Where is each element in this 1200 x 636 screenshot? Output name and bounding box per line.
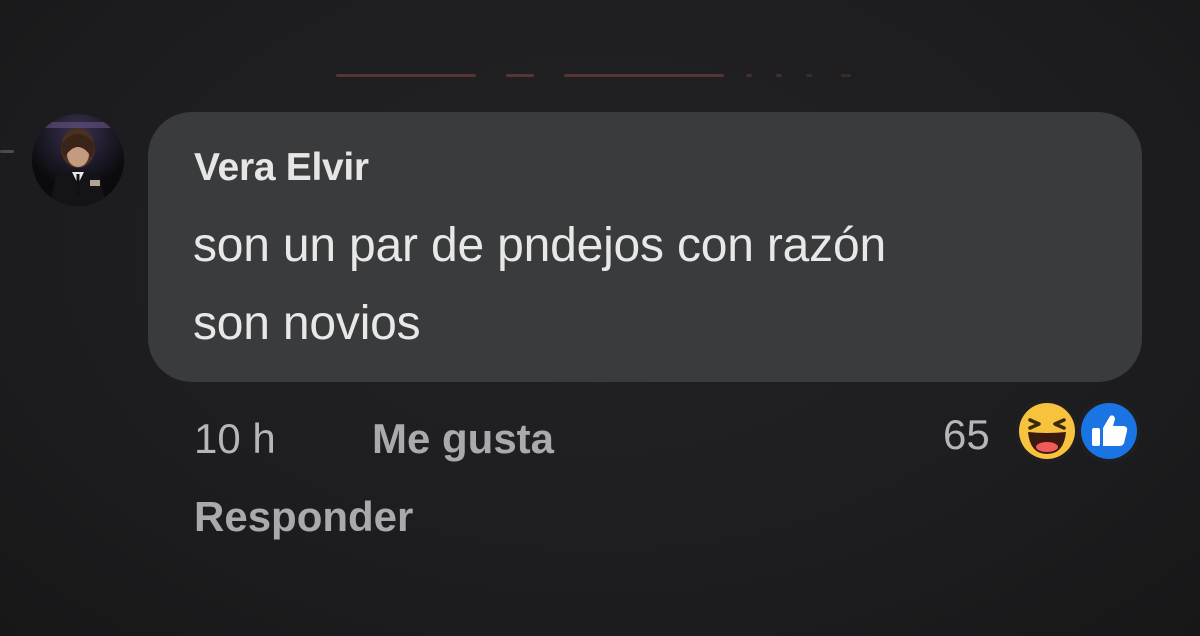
comment-timestamp[interactable]: 10 h [194,418,276,460]
avatar-image [32,114,124,206]
reply-button[interactable]: Responder [194,496,413,538]
reaction-count[interactable]: 65 [943,414,990,456]
avatar[interactable] [32,114,124,206]
comment-screen: Vera Elvir son un par de pndejos con raz… [0,0,1200,636]
comment-text-line-1: son un par de pndejos con razón [193,219,886,272]
comment-author-name[interactable]: Vera Elvir [194,146,369,190]
like-button[interactable]: Me gusta [372,418,554,460]
comment-text-line-2: son novios [193,297,421,350]
haha-icon [1015,399,1079,463]
reaction-icons[interactable] [1014,398,1144,468]
thread-connector-line [0,150,14,153]
like-icon [1077,399,1141,463]
cropped-divider [336,74,856,78]
